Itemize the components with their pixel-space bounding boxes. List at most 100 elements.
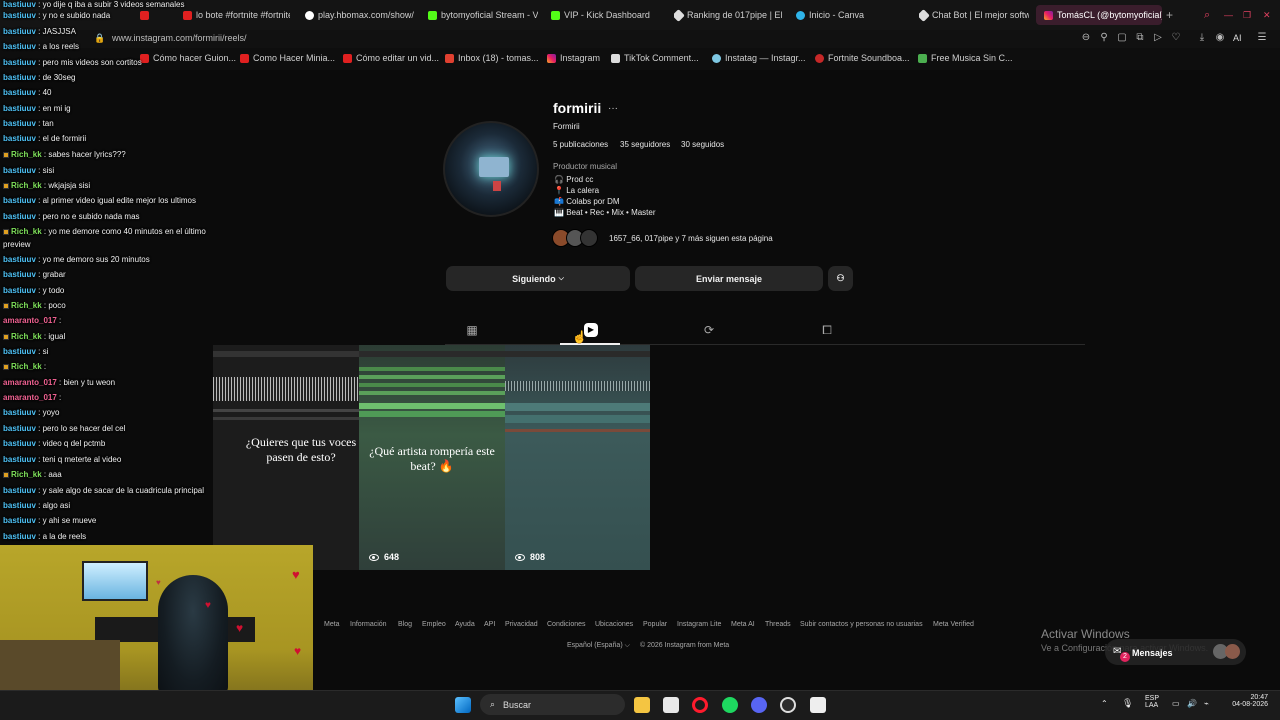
footer-link[interactable]: Threads (765, 621, 791, 628)
play-icon[interactable]: ▷ (1153, 33, 1163, 43)
bookmark-2[interactable]: Como Hacer Minia... (240, 53, 335, 63)
tab-hbomax[interactable]: play.hbomax.com/show/ (305, 5, 415, 25)
chat-username[interactable]: amaranto_017 (3, 378, 57, 387)
chat-username[interactable]: bastiuuv (3, 486, 36, 495)
volume-icon[interactable]: 🔊 (1187, 699, 1197, 708)
search-tabs-icon[interactable]: ⌕ (1204, 5, 1216, 25)
chat-username[interactable]: bastiuuv (3, 439, 36, 448)
tab-kick-dashboard[interactable]: VIP - Kick Dashboard (551, 5, 661, 25)
reel-card[interactable]: ¿Quieres que tus voces pasen de esto? (213, 345, 359, 570)
more-options-icon[interactable]: ··· (608, 103, 618, 114)
bookmark-1[interactable]: Cómo hacer Guion... (140, 53, 236, 63)
chat-username[interactable]: bastiuuv (3, 11, 36, 20)
footer-link[interactable]: Privacidad (505, 621, 538, 628)
chat-username[interactable]: bastiuuv (3, 516, 36, 525)
tab-tagged-icon[interactable]: ⧠ (820, 323, 834, 337)
chat-username[interactable]: bastiuuv (3, 532, 36, 541)
bookmark-8[interactable]: Fortnite Soundboa... (815, 53, 910, 63)
zoom-icon[interactable]: ⊖ (1081, 33, 1091, 43)
language-indicator[interactable]: ESP LAA (1145, 695, 1159, 709)
windows-start-icon[interactable] (455, 697, 471, 713)
monitor-icon[interactable]: ▭ (1172, 699, 1180, 708)
tab-canva[interactable]: Inicio - Canva (796, 5, 906, 25)
chat-username[interactable]: Rich_kk (11, 227, 42, 236)
chat-username[interactable]: bastiuuv (3, 408, 36, 417)
reel-card[interactable]: 808 (505, 345, 650, 570)
discord-icon[interactable] (751, 697, 767, 713)
download-icon[interactable]: ⤓ (1197, 33, 1207, 43)
menu-icon[interactable]: ☰ (1257, 33, 1267, 43)
chat-username[interactable]: bastiuuv (3, 104, 36, 113)
close-icon[interactable]: ✕ (1263, 5, 1275, 25)
tab-kick-stream[interactable]: bytomyoficial Stream - V (428, 5, 538, 25)
chat-username[interactable]: amaranto_017 (3, 393, 57, 402)
add-person-button[interactable]: ⚇ (828, 266, 853, 291)
bookmark-6[interactable]: TikTok Comment... (611, 53, 699, 63)
chat-username[interactable]: bastiuuv (3, 286, 36, 295)
tab-posts-grid-icon[interactable]: ▦ (465, 323, 479, 337)
footer-link[interactable]: Ubicaciones (595, 621, 633, 628)
footer-link[interactable]: Blog (398, 621, 412, 628)
extension-icon[interactable]: ⧉ (1135, 33, 1145, 43)
tray-chevron-icon[interactable]: ⌃ (1101, 699, 1108, 708)
chat-username[interactable]: bastiuuv (3, 73, 36, 82)
maximize-icon[interactable]: ❐ (1243, 5, 1255, 25)
new-tab-button[interactable]: + (1166, 5, 1178, 25)
reel-card[interactable]: ¿Qué artista rompería este beat? 🔥 648 (359, 345, 505, 570)
footer-link[interactable]: Popular (643, 621, 667, 628)
chat-username[interactable]: bastiuuv (3, 27, 36, 36)
bookmark-7[interactable]: Instatag — Instagr... (712, 53, 806, 63)
bookmark-4[interactable]: Inbox (18) - tomas... (445, 53, 539, 63)
app-icon[interactable] (780, 697, 796, 713)
url-field[interactable]: www.instagram.com/formirii/reels/ (112, 33, 247, 43)
chat-username[interactable]: bastiuuv (3, 0, 36, 9)
following-button[interactable]: Siguiendo ⌵ (446, 266, 630, 291)
chat-username[interactable]: Rich_kk (11, 470, 42, 479)
send-message-button[interactable]: Enviar mensaje (635, 266, 823, 291)
footer-link[interactable]: Empleo (422, 621, 446, 628)
followers-count[interactable]: 35 seguidores (620, 140, 670, 149)
profile-avatar[interactable] (443, 121, 539, 217)
chat-username[interactable]: Rich_kk (11, 150, 42, 159)
footer-link[interactable]: Meta Verified (933, 621, 974, 628)
file-explorer-icon[interactable] (634, 697, 650, 713)
opera-gx-icon[interactable] (692, 697, 708, 713)
footer-link[interactable]: API (484, 621, 495, 628)
heart-icon[interactable]: ♡ (1171, 33, 1181, 43)
tab-ranking[interactable]: Ranking de 017pipe | El m (674, 5, 784, 25)
chat-username[interactable]: bastiuuv (3, 88, 36, 97)
footer-link[interactable]: Meta (324, 621, 340, 628)
tab-instagram-active[interactable]: TomásCL (@bytomyoficial) (1036, 5, 1162, 25)
bookmark-9[interactable]: Free Musica Sin C... (918, 53, 1013, 63)
language-selector[interactable]: Español (España) ⌵ (567, 642, 630, 650)
chat-username[interactable]: bastiuuv (3, 424, 36, 433)
followed-by-text[interactable]: 1657_66, 017pipe y 7 más siguen esta pág… (609, 234, 773, 243)
chat-username[interactable]: bastiuuv (3, 270, 36, 279)
chat-username[interactable]: bastiuuv (3, 119, 36, 128)
tab-youtube[interactable]: lo bote #fortnite #fortnite (183, 5, 290, 25)
chat-username[interactable]: Rich_kk (11, 181, 42, 190)
chat-username[interactable]: bastiuuv (3, 166, 36, 175)
chat-username[interactable]: bastiuuv (3, 501, 36, 510)
chat-username[interactable]: bastiuuv (3, 255, 36, 264)
ai-button[interactable]: AI (1233, 33, 1242, 43)
bookmark-5[interactable]: Instagram (547, 53, 600, 63)
chat-username[interactable]: Rich_kk (11, 301, 42, 310)
chat-username[interactable]: bastiuuv (3, 212, 36, 221)
minimize-icon[interactable]: — (1224, 5, 1236, 25)
footer-link[interactable]: Subir contactos y personas no usuarias (800, 621, 923, 628)
bookmark-3[interactable]: Cómo editar un vid... (343, 53, 439, 63)
screenshot-icon[interactable]: ▢ (1117, 33, 1127, 43)
chat-username[interactable]: bastiuuv (3, 134, 36, 143)
footer-link[interactable]: Información (350, 621, 387, 628)
footer-link[interactable]: Instagram Lite (677, 621, 721, 628)
chat-username[interactable]: Rich_kk (11, 332, 42, 341)
chat-username[interactable]: bastiuuv (3, 42, 36, 51)
clock[interactable]: 20:47 04-08-2026 (1226, 694, 1268, 708)
taskbar-search[interactable]: ⌕ Buscar (480, 694, 625, 715)
chat-username[interactable]: bastiuuv (3, 196, 36, 205)
chat-username[interactable]: Rich_kk (11, 362, 42, 371)
footer-link[interactable]: Ayuda (455, 621, 475, 628)
messages-widget[interactable]: ✉ 2 Mensajes (1105, 639, 1246, 665)
tab-reposts-icon[interactable]: ⟳ (702, 323, 716, 337)
